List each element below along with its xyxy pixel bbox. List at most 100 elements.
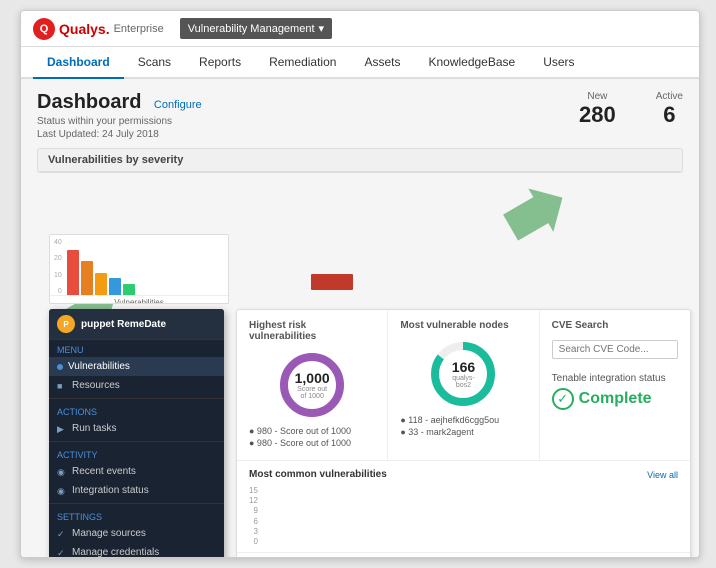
main-content: Dashboard Configure Status within your p… <box>21 79 699 557</box>
most-vulnerable-value: 166 <box>446 359 481 375</box>
stat-new-value: 280 <box>579 102 616 128</box>
sidebar-panel-title: puppet RemeDate <box>81 319 166 330</box>
vuln-section-header: Vulnerabilities by severity <box>38 149 682 172</box>
integration-icon: ◉ <box>57 486 67 496</box>
highest-risk-value: 1,000 <box>295 370 330 386</box>
activity-label: ACTIVITY <box>49 445 224 462</box>
dashboard-stats: New 280 Active 6 <box>579 91 683 128</box>
nav-dropdown[interactable]: Vulnerability Management ▾ <box>180 18 332 39</box>
bar-chart <box>266 486 678 546</box>
cve-search-input[interactable] <box>552 340 678 359</box>
qualys-logo: Q Qualys. Enterprise <box>33 18 164 40</box>
common-vulns-title-row: Most common vulnerabilities View all <box>249 469 678 480</box>
sidebar-divider-1 <box>49 398 224 399</box>
most-vulnerable-donut-container: 166 qualys-bos2 <box>400 339 526 409</box>
common-vulns-section: Most common vulnerabilities View all 15 … <box>237 461 690 553</box>
y-axis-20: 20 <box>54 255 62 262</box>
cve-search-title: CVE Search <box>552 320 678 331</box>
stat-active-value: 6 <box>656 102 683 128</box>
most-vulnerable-bullet2: ● 33 - mark2agent <box>400 427 526 437</box>
tab-scans[interactable]: Scans <box>124 47 185 79</box>
most-vulnerable-donut: 166 qualys-bos2 <box>428 339 498 409</box>
most-vulnerable-bullet1: ● 118 - aejhefkd6cgg5ou <box>400 415 526 425</box>
highest-risk-sublabel: Score out of 1000 <box>295 386 330 400</box>
vuln-chart-area: 40 20 10 0 Vulnerabilities <box>49 234 229 304</box>
highest-risk-bullet2: ● 980 - Score out of 1000 <box>249 438 375 448</box>
enterprise-label: Enterprise <box>114 23 164 35</box>
bar-chart-y-axis: 15 12 9 6 3 0 <box>249 486 258 546</box>
highest-risk-donut-container: 1,000 Score out of 1000 <box>249 350 375 420</box>
dashboard-title: Dashboard <box>37 91 141 113</box>
dashboard-title-area: Dashboard Configure Status within your p… <box>37 91 202 140</box>
tab-assets[interactable]: Assets <box>350 47 414 79</box>
view-all-link[interactable]: View all <box>647 470 678 480</box>
sidebar-item-integration-status[interactable]: ◉ Integration status <box>49 481 224 500</box>
sidebar-item-run-tasks[interactable]: ▶ Run tasks <box>49 419 224 438</box>
tab-dashboard[interactable]: Dashboard <box>33 47 124 79</box>
stat-active-label: Active <box>656 91 683 102</box>
check-circle-icon: ✓ <box>552 388 574 410</box>
bar-5 <box>123 284 135 295</box>
tab-knowledgebase[interactable]: KnowledgeBase <box>414 47 529 79</box>
qualys-logo-text: Qualys. <box>59 21 110 37</box>
tab-remediation[interactable]: Remediation <box>255 47 350 79</box>
nav-dropdown-label: Vulnerability Management <box>188 23 315 35</box>
tab-users[interactable]: Users <box>529 47 588 79</box>
highest-risk-title: Highest risk vulnerabilities <box>249 320 375 342</box>
cve-search-card: CVE Search Tenable integration status ✓ … <box>540 310 690 460</box>
bar-2 <box>81 261 93 295</box>
common-vulns-title: Most common vulnerabilities <box>249 469 387 480</box>
actions-label: ACTIONS <box>49 402 224 419</box>
tenable-status: Tenable integration status ✓ Complete <box>552 373 678 410</box>
most-vulnerable-title: Most vulnerable nodes <box>400 320 526 331</box>
stat-new-label: New <box>579 91 616 102</box>
run-icon: ▶ <box>57 424 67 434</box>
sidebar-item-manage-sources[interactable]: ✓ Manage sources <box>49 524 224 543</box>
resources-icon: ■ <box>57 381 67 391</box>
tenable-label: Tenable integration status <box>552 373 678 384</box>
puppet-remediate-panel: P puppet RemeDate MENU Vulnerabilities ■… <box>49 309 224 557</box>
highest-risk-bullet1: ● 980 - Score out of 1000 <box>249 426 375 436</box>
sidebar-panel-header: P puppet RemeDate <box>49 309 224 340</box>
complete-badge: ✓ Complete <box>552 388 678 410</box>
top-cards-row: Highest risk vulnerabilities 1,000 Score… <box>237 310 690 461</box>
credentials-icon: ✓ <box>57 548 67 558</box>
puppet-logo: P <box>57 315 75 333</box>
dashboard-subtitle1: Status within your permissions <box>37 116 202 127</box>
sidebar-item-manage-credentials[interactable]: ✓ Manage credentials <box>49 543 224 557</box>
chart-label: Vulnerabilities <box>50 295 228 304</box>
sidebar-item-recent-events[interactable]: ◉ Recent events <box>49 462 224 481</box>
most-vulnerable-label: 166 qualys-bos2 <box>446 359 481 389</box>
tab-bar: Dashboard Scans Reports Remediation Asse… <box>21 47 699 79</box>
dashboard-header: Dashboard Configure Status within your p… <box>37 91 683 140</box>
events-icon: ◉ <box>57 467 67 477</box>
qualys-logo-icon: Q <box>33 18 55 40</box>
sidebar-divider-2 <box>49 441 224 442</box>
main-window: Q Qualys. Enterprise Vulnerability Manag… <box>20 10 700 558</box>
stat-new: New 280 <box>579 91 616 128</box>
sidebar-item-resources[interactable]: ■ Resources <box>49 376 224 395</box>
vuln-section: Vulnerabilities by severity <box>37 148 683 173</box>
y-axis-0: 0 <box>54 288 62 295</box>
sources-icon: ✓ <box>57 529 67 539</box>
most-vulnerable-card: Most vulnerable nodes 166 qualys-bos2 <box>388 310 539 460</box>
complete-text: Complete <box>579 390 652 408</box>
highest-risk-label: 1,000 Score out of 1000 <box>295 370 330 400</box>
vuln-dot-icon <box>57 364 63 370</box>
y-axis-40: 40 <box>54 239 62 246</box>
sidebar-item-vulnerabilities[interactable]: Vulnerabilities <box>49 357 224 376</box>
highest-risk-donut: 1,000 Score out of 1000 <box>277 350 347 420</box>
bar-4 <box>109 278 121 295</box>
bar-chart-container: 15 12 9 6 3 0 <box>249 486 678 546</box>
bar-3 <box>95 273 107 295</box>
stat-active: Active 6 <box>656 91 683 128</box>
sidebar-menu-label: MENU <box>49 340 224 357</box>
configure-link[interactable]: Configure <box>154 99 202 111</box>
y-axis-10: 10 <box>54 272 62 279</box>
green-arrow-right-icon <box>498 176 580 258</box>
top-vulns-section: Top vulnerabilities 1 Linux Daemons with… <box>237 553 690 557</box>
sidebar-divider-3 <box>49 503 224 504</box>
red-rect-indicator <box>311 274 353 290</box>
dashboard-subtitle2: Last Updated: 24 July 2018 <box>37 129 202 140</box>
tab-reports[interactable]: Reports <box>185 47 255 79</box>
